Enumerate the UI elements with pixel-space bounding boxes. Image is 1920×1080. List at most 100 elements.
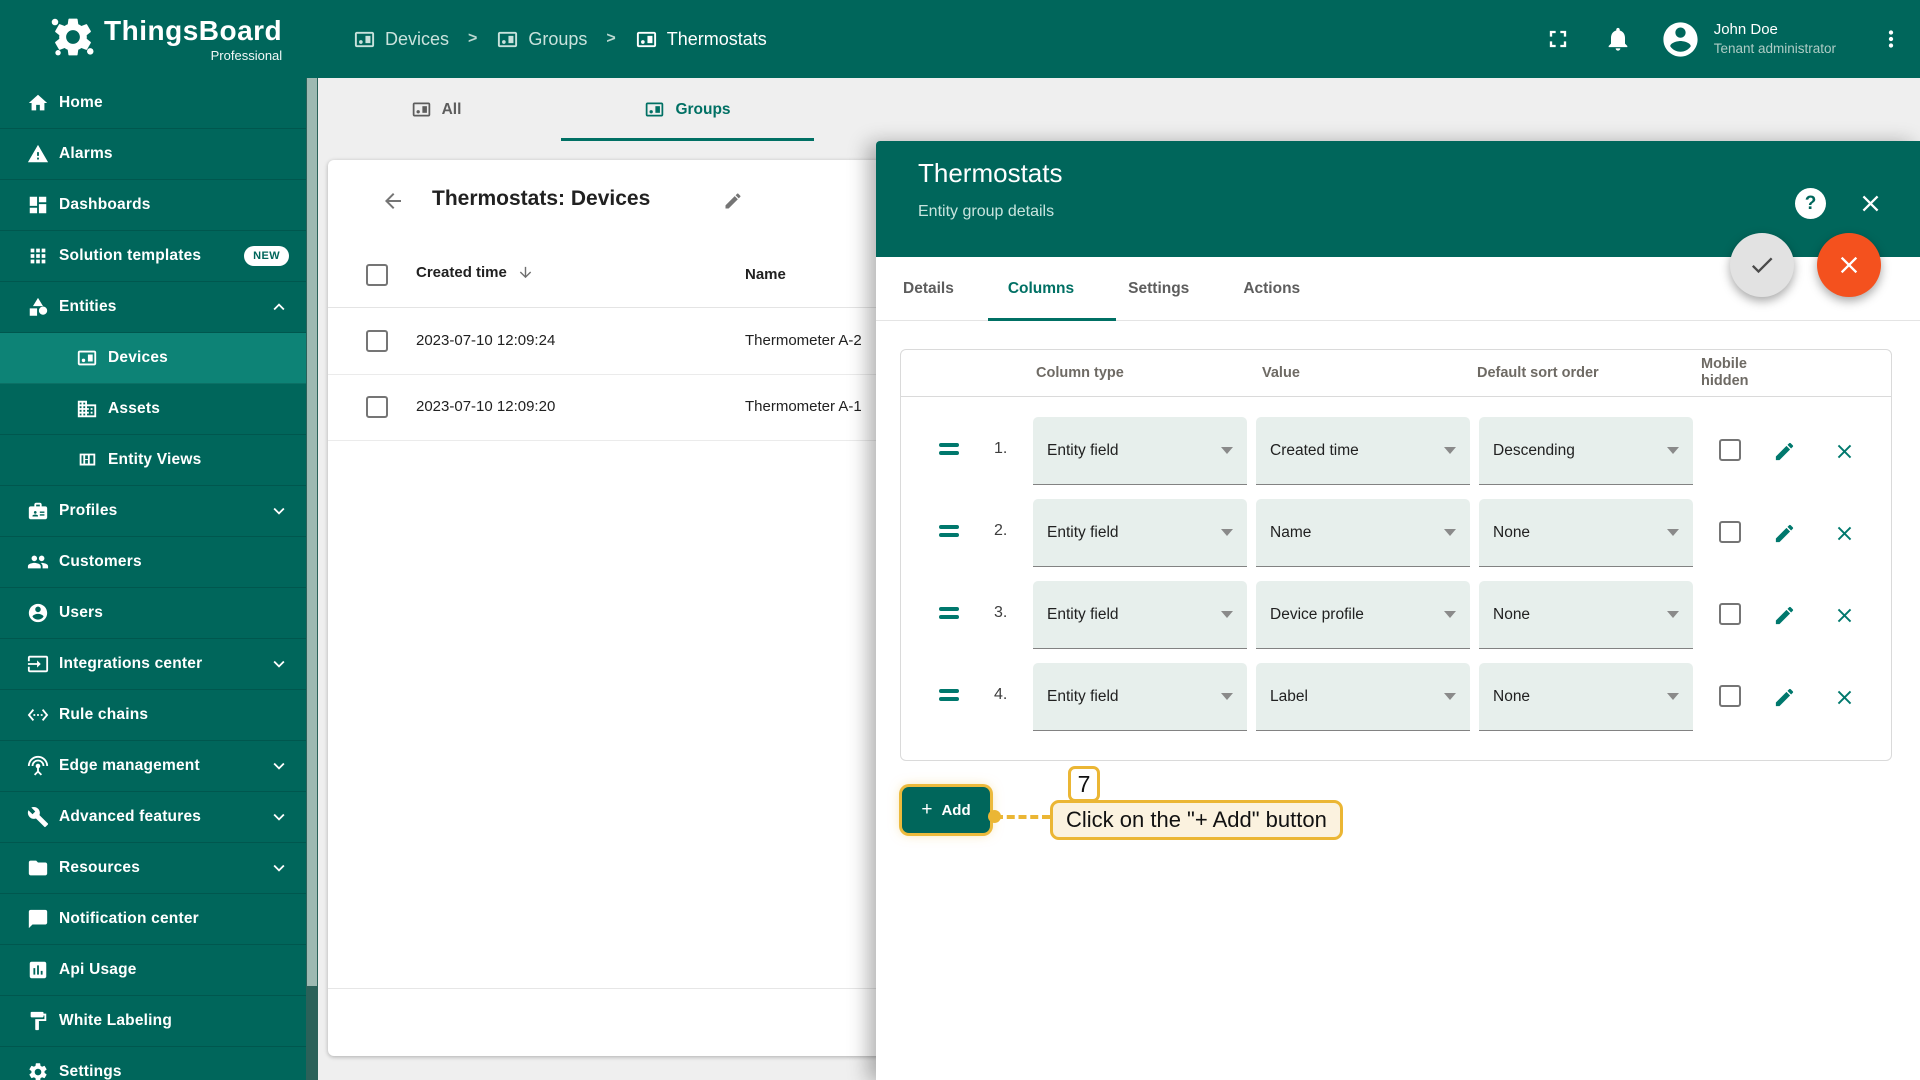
chevron-down-icon [268,857,290,879]
cell-name: Thermometer A-1 [745,398,862,415]
column-header-name[interactable]: Name [745,266,786,283]
drag-handle-icon[interactable] [939,607,959,623]
mobile-hidden-checkbox[interactable] [1719,685,1741,707]
integrations-icon [27,653,49,675]
plus-icon: + [921,799,933,820]
edit-column-pencil-icon[interactable] [1773,686,1796,709]
gear-logo-icon [50,14,96,60]
mobile-hidden-checkbox[interactable] [1719,439,1741,461]
device-icon [644,99,665,120]
mobile-hidden-checkbox[interactable] [1719,603,1741,625]
remove-column-x-icon[interactable] [1833,440,1856,463]
value-select[interactable]: Label [1256,663,1470,731]
bell-icon[interactable] [1604,25,1632,53]
caret-down-icon [1667,447,1679,454]
brand-logo[interactable]: ThingsBoard Professional [50,14,282,63]
column-type-select[interactable]: Entity field [1033,663,1247,731]
user-info[interactable]: John Doe Tenant administrator [1714,20,1836,58]
sidebar-item-edge-management[interactable]: Edge management [0,741,306,792]
tab-groups[interactable]: Groups [561,78,814,141]
add-column-button[interactable]: + Add [902,787,990,833]
sidebar-item-entity-views[interactable]: Entity Views [0,435,306,486]
select-all-checkbox[interactable] [366,264,388,286]
cell-name: Thermometer A-2 [745,332,862,349]
home-icon [27,92,49,114]
mobile-hidden-checkbox[interactable] [1719,521,1741,543]
breadcrumb-separator: > [606,30,616,47]
drag-handle-icon[interactable] [939,689,959,705]
caret-down-icon [1221,447,1233,454]
cancel-changes-fab[interactable] [1817,233,1881,297]
sidebar-item-devices[interactable]: Devices [0,333,306,384]
panel-tab-settings[interactable]: Settings [1101,257,1216,321]
tutorial-instruction-bubble: Click on the "+ Add" button [1050,800,1343,840]
fullscreen-icon[interactable] [1544,25,1572,53]
remove-column-x-icon[interactable] [1833,604,1856,627]
select-value: None [1493,687,1531,705]
column-type-select[interactable]: Entity field [1033,581,1247,649]
avatar[interactable] [1660,19,1701,60]
dashboard-icon [27,194,49,216]
sidebar-item-dashboards[interactable]: Dashboards [0,180,306,231]
sidebar-scrollbar[interactable] [306,78,318,1080]
panel-tab-actions[interactable]: Actions [1216,257,1327,321]
sidebar-item-api-usage[interactable]: Api Usage [0,945,306,996]
device-icon [496,28,519,51]
close-icon[interactable] [1857,190,1884,217]
edit-pencil-icon[interactable] [723,191,743,211]
remove-column-x-icon[interactable] [1833,686,1856,709]
device-icon [76,347,98,369]
help-icon[interactable]: ? [1795,188,1826,219]
edit-column-pencil-icon[interactable] [1773,440,1796,463]
caret-down-icon [1667,611,1679,618]
sort-order-select[interactable]: None [1479,581,1693,649]
more-vert-icon[interactable] [1878,26,1904,52]
brand-edition: Professional [210,48,283,63]
sidebar-item-settings[interactable]: Settings [0,1047,306,1080]
sidebar-item-home[interactable]: Home [0,78,306,129]
sidebar-item-notification-center[interactable]: Notification center [0,894,306,945]
select-value: Device profile [1270,605,1364,623]
edit-column-pencil-icon[interactable] [1773,604,1796,627]
edit-column-pencil-icon[interactable] [1773,522,1796,545]
column-type-select[interactable]: Entity field [1033,499,1247,567]
column-header-created-time[interactable]: Created time [416,264,534,281]
users-icon [27,602,49,624]
sidebar-item-users[interactable]: Users [0,588,306,639]
sidebar-item-entities[interactable]: Entities [0,282,306,333]
sidebar-item-profiles[interactable]: Profiles [0,486,306,537]
row-checkbox[interactable] [366,396,388,418]
sidebar-item-label: Resources [59,859,141,876]
sidebar-item-alarms[interactable]: Alarms [0,129,306,180]
column-type-select[interactable]: Entity field [1033,417,1247,485]
sidebar-item-assets[interactable]: Assets [0,384,306,435]
sort-order-select[interactable]: None [1479,499,1693,567]
panel-tab-details[interactable]: Details [876,257,981,321]
breadcrumb-item-groups[interactable]: Groups [496,28,587,51]
back-arrow-icon[interactable] [381,189,405,213]
sort-descending-icon [517,264,534,281]
scrollbar-thumb[interactable] [307,78,317,986]
sort-order-select[interactable]: Descending [1479,417,1693,485]
panel-tab-columns[interactable]: Columns [981,257,1101,321]
value-select[interactable]: Name [1256,499,1470,567]
sidebar-item-rule-chains[interactable]: Rule chains [0,690,306,741]
sidebar-item-advanced-features[interactable]: Advanced features [0,792,306,843]
drag-handle-icon[interactable] [939,525,959,541]
sort-order-select[interactable]: None [1479,663,1693,731]
select-value: Entity field [1047,523,1119,541]
breadcrumb-item-devices[interactable]: Devices [353,28,449,51]
breadcrumb-item-thermostats[interactable]: Thermostats [635,28,767,51]
value-select[interactable]: Created time [1256,417,1470,485]
remove-column-x-icon[interactable] [1833,522,1856,545]
sidebar-item-resources[interactable]: Resources [0,843,306,894]
tab-all[interactable]: All [311,78,561,141]
sidebar-item-white-labeling[interactable]: White Labeling [0,996,306,1047]
sidebar-item-solution-templates[interactable]: Solution templates NEW [0,231,306,282]
sidebar-item-integrations-center[interactable]: Integrations center [0,639,306,690]
value-select[interactable]: Device profile [1256,581,1470,649]
row-checkbox[interactable] [366,330,388,352]
apply-changes-fab[interactable] [1730,233,1794,297]
drag-handle-icon[interactable] [939,443,959,459]
sidebar-item-customers[interactable]: Customers [0,537,306,588]
